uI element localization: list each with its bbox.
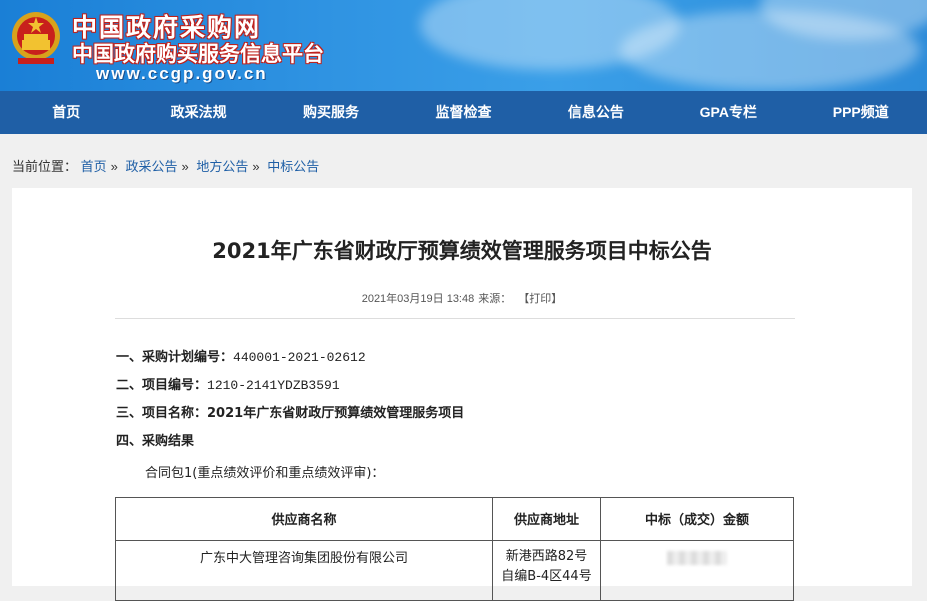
breadcrumb-prefix: 当前位置： bbox=[12, 159, 78, 174]
breadcrumb-separator: » bbox=[252, 159, 260, 174]
article-panel: 2021年广东省财政厅预算绩效管理服务项目中标公告 2021年03月19日 13… bbox=[12, 188, 912, 601]
table-header-row: 供应商名称 供应商地址 中标（成交）金额 bbox=[115, 497, 794, 541]
breadcrumb-separator: » bbox=[181, 159, 189, 174]
main-nav: 首页 政采法规 购买服务 监督检查 信息公告 GPA专栏 PPP频道 bbox=[0, 91, 927, 134]
nav-item-ppp[interactable]: PPP频道 bbox=[795, 91, 927, 134]
address-line: 自编B-4区44号 bbox=[501, 569, 592, 584]
site-url: www.ccgp.gov.cn bbox=[96, 64, 268, 83]
address-line: 新港西路82号 bbox=[505, 549, 588, 564]
procurement-result-heading: 四、采购结果 bbox=[116, 430, 194, 449]
column-header-award-amount: 中标（成交）金额 bbox=[600, 497, 794, 541]
breadcrumb-home[interactable]: 首页 bbox=[81, 159, 107, 174]
breadcrumb-award-notices[interactable]: 中标公告 bbox=[267, 159, 319, 174]
site-header: 中国政府采购网 中国政府购买服务信息平台 www.ccgp.gov.cn bbox=[0, 0, 927, 91]
line-label: 三、项目名称： bbox=[116, 406, 208, 421]
article-date: 2021年03月19日 13:48 bbox=[361, 293, 475, 305]
result-table: 供应商名称 供应商地址 中标（成交）金额 广东中大管理咨询集团股份有限公司 新港… bbox=[115, 497, 794, 601]
article-title: 2021年广东省财政厅预算绩效管理服务项目中标公告 bbox=[212, 239, 712, 263]
nav-item-gpa[interactable]: GPA专栏 bbox=[662, 91, 794, 134]
nav-item-regulations[interactable]: 政采法规 bbox=[132, 91, 264, 134]
article-meta: 2021年03月19日 13:48 来源： 【打印】 bbox=[12, 290, 912, 306]
line-label: 四、采购结果 bbox=[116, 434, 195, 449]
line-label: 二、项目编号： bbox=[116, 378, 208, 393]
nav-item-announcements[interactable]: 信息公告 bbox=[530, 91, 662, 134]
contract-package: 合同包1(重点绩效评价和重点绩效评审)： bbox=[145, 466, 385, 481]
nav-item-supervision[interactable]: 监督检查 bbox=[397, 91, 529, 134]
breadcrumb-local-notices[interactable]: 地方公告 bbox=[196, 159, 248, 174]
table-row: 广东中大管理咨询集团股份有限公司 新港西路82号 自编B-4区44号 bbox=[115, 540, 794, 601]
national-emblem-icon bbox=[12, 12, 60, 64]
nav-item-purchase-services[interactable]: 购买服务 bbox=[265, 91, 397, 134]
line-value: 440001-2021-02612 bbox=[233, 350, 366, 365]
column-header-supplier-name: 供应商名称 bbox=[115, 497, 493, 541]
supplier-name-cell: 广东中大管理咨询集团股份有限公司 bbox=[115, 540, 493, 601]
divider bbox=[115, 318, 795, 319]
supplier-address-cell: 新港西路82号 自编B-4区44号 bbox=[492, 540, 601, 601]
project-name: 三、项目名称：2021年广东省财政厅预算绩效管理服务项目 bbox=[116, 402, 464, 421]
breadcrumb-separator: » bbox=[110, 159, 118, 174]
nav-item-home[interactable]: 首页 bbox=[0, 91, 132, 134]
line-value: 2021年广东省财政厅预算绩效管理服务项目 bbox=[207, 406, 465, 421]
project-number: 二、项目编号：1210-2141YDZB3591 bbox=[116, 374, 340, 393]
line-label: 一、采购计划编号： bbox=[116, 350, 234, 365]
print-link[interactable]: 【打印】 bbox=[518, 293, 562, 305]
column-header-supplier-address: 供应商地址 bbox=[492, 497, 601, 541]
redacted-amount bbox=[667, 551, 727, 565]
award-amount-cell bbox=[600, 540, 794, 601]
procurement-plan-number: 一、采购计划编号：440001-2021-02612 bbox=[116, 346, 366, 365]
breadcrumb-procurement-notices[interactable]: 政采公告 bbox=[126, 159, 178, 174]
line-value: 1210-2141YDZB3591 bbox=[207, 378, 340, 393]
article-source-label: 来源： bbox=[478, 293, 512, 305]
